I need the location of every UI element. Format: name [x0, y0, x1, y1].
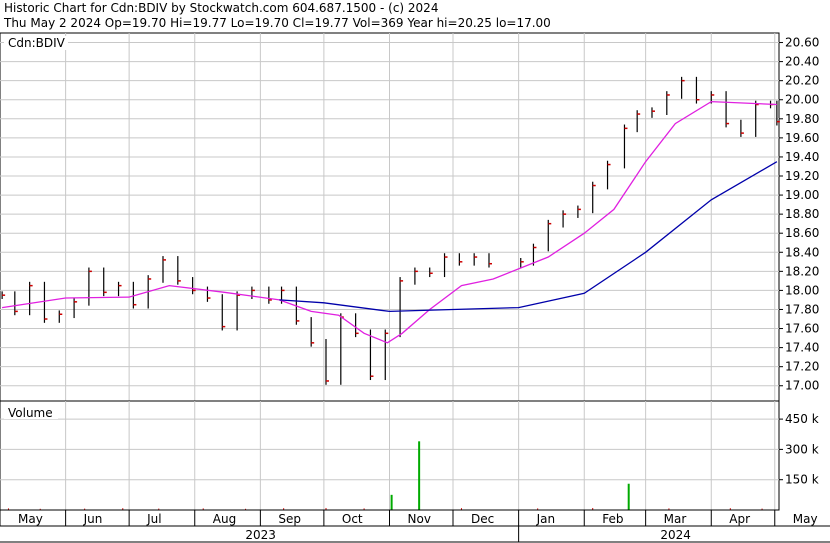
price-ytick-label: 19.60 [785, 131, 819, 145]
price-ytick-label: 17.60 [785, 322, 819, 336]
chart-header-line2: Thu May 2 2024 Op=19.70 Hi=19.77 Lo=19.7… [3, 16, 551, 30]
price-ytick-label: 18.80 [785, 207, 819, 221]
price-ytick-label: 17.20 [785, 360, 819, 374]
price-ytick-label: 18.40 [785, 245, 819, 259]
price-ytick-label: 20.60 [785, 36, 819, 50]
month-label: Nov [408, 512, 431, 526]
month-label: Apr [729, 512, 750, 526]
year-label: 2023 [245, 528, 276, 542]
volume-bar [390, 494, 393, 510]
month-label: Jan [536, 512, 556, 526]
volume-panel-label: Volume [8, 406, 53, 420]
volume-ytick-label: 150 k [785, 473, 819, 487]
month-label: Jun [83, 512, 103, 526]
price-ytick-label: 19.20 [785, 169, 819, 183]
price-ytick-label: 20.20 [785, 74, 819, 88]
volume-ytick-label: 450 k [785, 412, 819, 426]
year-label: 2024 [660, 528, 691, 542]
price-ytick-label: 20.40 [785, 55, 819, 69]
price-ytick-label: 17.40 [785, 341, 819, 355]
month-label: May [18, 512, 43, 526]
price-ytick-label: 18.60 [785, 226, 819, 240]
month-label: Oct [342, 512, 363, 526]
price-ytick-label: 18.20 [785, 264, 819, 278]
price-panel-label: Cdn:BDIV [8, 36, 66, 50]
price-ytick-label: 17.00 [785, 379, 819, 393]
price-ytick-label: 19.40 [785, 150, 819, 164]
month-label: Aug [213, 512, 236, 526]
price-ytick-label: 20.00 [785, 93, 819, 107]
month-label: Feb [602, 512, 623, 526]
volume-bar [418, 441, 421, 510]
volume-y-axis-ticks: 150 k 300 k 450 k [779, 412, 819, 487]
price-ytick-label: 17.80 [785, 302, 819, 316]
price-ytick-label: 19.80 [785, 112, 819, 126]
volume-ytick-label: 300 k [785, 442, 819, 456]
month-label: Dec [471, 512, 494, 526]
month-label: May [793, 512, 818, 526]
chart-header-line1: Historic Chart for Cdn:BDIV by Stockwatc… [4, 1, 438, 15]
month-label: Mar [664, 512, 687, 526]
stock-chart: Historic Chart for Cdn:BDIV by Stockwatc… [0, 0, 830, 543]
month-label: Jul [146, 512, 161, 526]
volume-bar [627, 483, 630, 510]
price-ytick-label: 18.00 [785, 283, 819, 297]
price-ytick-label: 19.00 [785, 188, 819, 202]
month-label: Sep [278, 512, 301, 526]
